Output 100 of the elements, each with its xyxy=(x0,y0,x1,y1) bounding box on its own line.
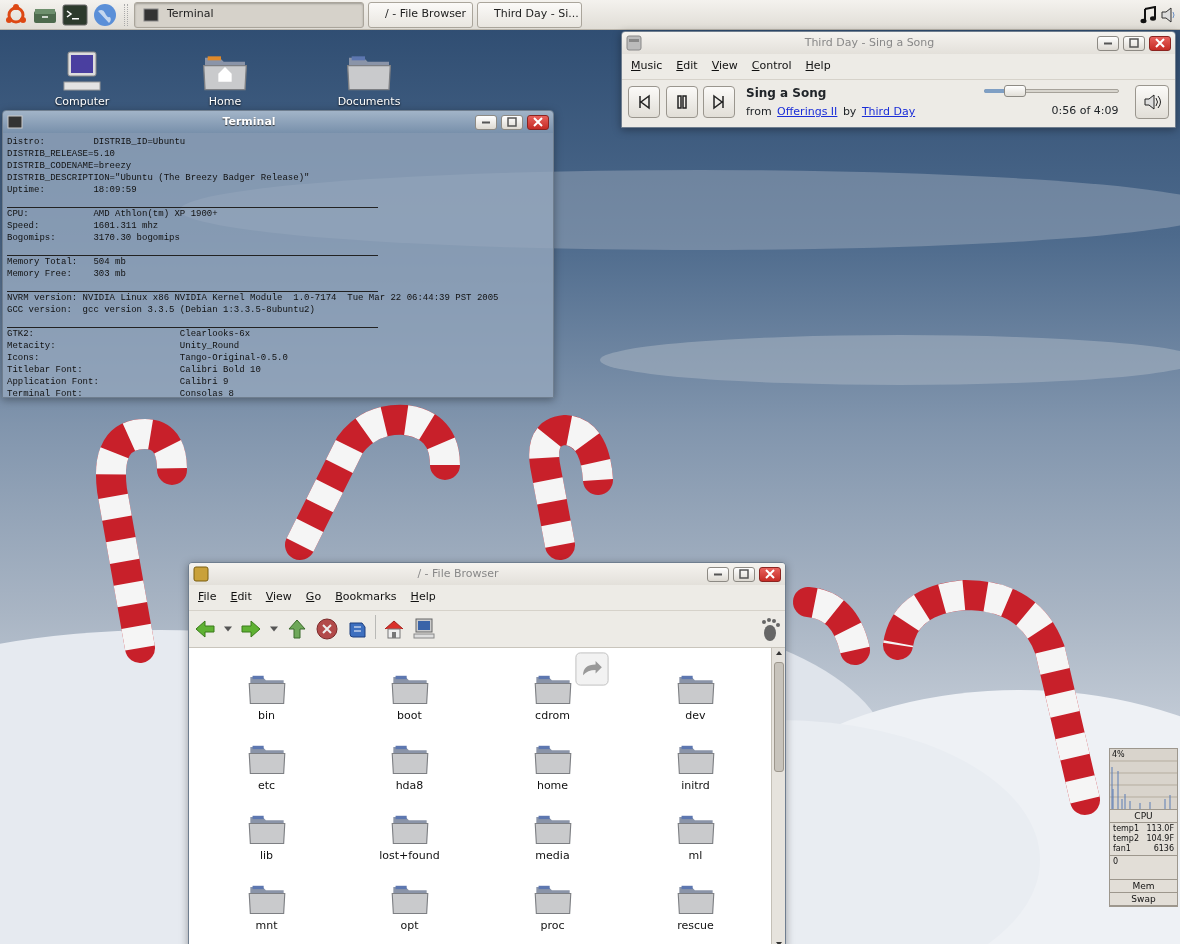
terminal-line: NVRM version: NVIDIA Linux x86 NVIDIA Kernel Module 1.0-7174 Tue Mar 22 06:44:39 PST 2005 xyxy=(7,292,500,304)
previous-icon xyxy=(636,94,652,111)
file-name[interactable]: media xyxy=(535,847,570,864)
menu-item[interactable]: Go xyxy=(300,587,327,608)
maximize-icon xyxy=(739,569,749,579)
terminal-line: GTK2: Clearlooks-6x xyxy=(7,328,252,340)
close-button[interactable] xyxy=(759,566,781,582)
taskbar-button[interactable]: / - File Browser xyxy=(368,1,473,28)
file-name[interactable]: bin xyxy=(258,707,275,724)
file-name[interactable]: mnt xyxy=(255,917,278,934)
mem-reading: 0 xyxy=(1113,857,1119,866)
album-link[interactable]: Offerings II xyxy=(777,104,838,121)
file-name[interactable]: lost+found xyxy=(379,847,440,864)
pause-button[interactable] xyxy=(665,86,698,119)
scrollbar-thumb[interactable] xyxy=(773,661,784,772)
by-label: by xyxy=(842,104,857,121)
terminal-line: Memory Total: 504 mb xyxy=(7,256,127,268)
terminal-line: Terminal Font: Consolas 8 xyxy=(7,388,235,397)
minimize-button[interactable] xyxy=(707,566,729,582)
close-button[interactable] xyxy=(1149,35,1171,51)
sensor-value: 6136 xyxy=(1153,844,1174,854)
taskbar-button[interactable]: Terminal xyxy=(134,1,364,28)
window-menu-icon[interactable] xyxy=(626,35,642,51)
close-button[interactable] xyxy=(527,114,549,130)
file-name[interactable]: etc xyxy=(257,777,276,794)
menu-item[interactable]: Edit xyxy=(671,56,703,77)
stop-button[interactable] xyxy=(315,616,339,641)
terminal-icon xyxy=(143,6,159,23)
slider-thumb[interactable] xyxy=(1003,85,1026,98)
menu-item[interactable]: Control xyxy=(746,56,797,77)
window-title: Third Day - Sing a Song xyxy=(803,34,936,51)
minimize-icon xyxy=(1103,41,1113,45)
terminal-line: GCC version: gcc version 3.3.5 (Debian 1:3.3.5-8ubuntu2) xyxy=(7,304,316,316)
volume-button[interactable] xyxy=(1135,85,1169,120)
menu-item[interactable]: View xyxy=(260,587,297,608)
previous-button[interactable] xyxy=(628,86,660,119)
caret-icon xyxy=(269,625,279,632)
scrollbar[interactable] xyxy=(771,647,785,944)
computer-icon xyxy=(412,616,436,641)
maximize-button[interactable] xyxy=(501,114,523,130)
taskbar-button[interactable]: Third Day - Si... xyxy=(477,1,582,28)
file-name[interactable]: boot xyxy=(397,707,422,724)
terminal-line: DISTRIB_RELEASE=5.10 xyxy=(7,148,117,160)
menu-item[interactable]: Help xyxy=(405,587,441,608)
file-name[interactable]: lib xyxy=(259,847,274,864)
file-name[interactable]: home xyxy=(536,777,569,794)
cpu-reading: 4% xyxy=(1112,750,1125,760)
terminal-line: Distro: DISTRIB_ID=Ubuntu xyxy=(7,136,187,148)
maximize-button[interactable] xyxy=(733,566,755,582)
forward-history-button[interactable] xyxy=(269,625,279,632)
menu-item[interactable]: View xyxy=(706,56,743,77)
window-title: Terminal xyxy=(221,113,277,130)
file-name[interactable]: hda8 xyxy=(395,777,424,794)
maximize-button[interactable] xyxy=(1123,35,1145,51)
minimize-icon xyxy=(713,572,723,576)
menu-item[interactable]: Bookmarks xyxy=(330,587,402,608)
terminal-line: Titlebar Font: Calibri Bold 10 xyxy=(7,364,262,376)
menu-item[interactable]: Edit xyxy=(225,587,257,608)
from-label: from xyxy=(746,104,772,121)
computer-button[interactable] xyxy=(412,616,436,641)
sensor-value: 113.0F xyxy=(1146,824,1174,834)
terminal-line: Speed: 1601.311 mhz xyxy=(7,220,160,232)
swap-label: Swap xyxy=(1110,893,1177,906)
menu-item[interactable]: Music xyxy=(626,56,668,77)
artist-link[interactable]: Third Day xyxy=(861,104,916,121)
seek-slider[interactable] xyxy=(983,85,1119,98)
file-name[interactable]: rescue xyxy=(677,917,714,934)
file-name[interactable]: opt xyxy=(400,917,419,934)
music-note-icon[interactable] xyxy=(1140,5,1156,24)
terminal-line: CPU: AMD Athlon(tm) XP 1900+ xyxy=(7,208,219,220)
time-reading: 0:56 of 4:09 xyxy=(1051,102,1119,119)
stop-icon xyxy=(315,616,339,641)
speaker-icon xyxy=(1143,93,1161,112)
terminal-line: Bogomips: 3170.30 bogomips xyxy=(7,232,181,244)
desktop-icon-label[interactable]: Home xyxy=(208,94,242,111)
desktop-icon-label[interactable]: Computer xyxy=(54,94,110,111)
file-name[interactable]: ml xyxy=(688,847,703,864)
menu-item[interactable]: File xyxy=(193,587,222,608)
close-icon xyxy=(533,117,543,127)
file-name[interactable]: initrd xyxy=(681,777,710,794)
sensor-value: 104.9F xyxy=(1146,834,1174,844)
window-menu-icon[interactable] xyxy=(193,566,209,582)
file-name[interactable]: cdrom xyxy=(535,707,570,724)
file-name[interactable]: proc xyxy=(540,917,565,934)
minimize-button[interactable] xyxy=(1097,35,1119,51)
maximize-icon xyxy=(1129,38,1139,48)
desktop-icon-label[interactable]: Documents xyxy=(337,94,401,111)
sensor-name: temp2 xyxy=(1113,834,1140,844)
terminal-icon[interactable] xyxy=(62,2,88,27)
mem-label: Mem xyxy=(1110,880,1177,893)
footprint-icon xyxy=(759,615,781,642)
menu-item[interactable]: Help xyxy=(800,56,836,77)
back-history-button[interactable] xyxy=(223,625,233,632)
speaker-icon[interactable] xyxy=(1160,6,1176,23)
next-icon xyxy=(711,94,727,111)
minimize-button[interactable] xyxy=(475,114,497,130)
next-button[interactable] xyxy=(703,86,735,119)
window-title: / - File Browser xyxy=(416,565,500,582)
file-name[interactable]: dev xyxy=(685,707,706,724)
sensor-name: temp1 xyxy=(1113,824,1140,834)
